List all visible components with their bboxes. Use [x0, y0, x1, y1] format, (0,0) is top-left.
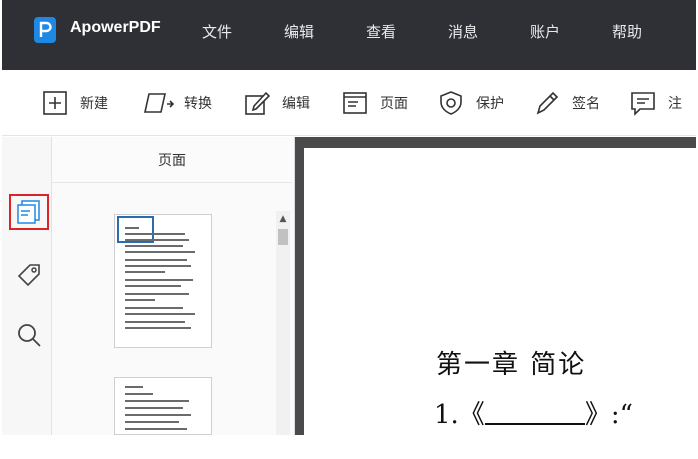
- bottom-margin: [0, 435, 698, 459]
- pages-icon: [17, 200, 40, 224]
- menu-account[interactable]: 账户: [530, 21, 560, 42]
- menu-view[interactable]: 查看: [366, 21, 396, 42]
- convert-icon: [144, 93, 174, 113]
- app-name: ApowerPDF: [70, 19, 161, 36]
- blank-underline: [484, 401, 585, 425]
- sign-label: 签名: [572, 96, 600, 112]
- search-icon: [18, 324, 41, 347]
- comment-label: 注: [668, 96, 682, 112]
- page-button[interactable]: 页面: [342, 88, 408, 118]
- chapter-heading: 第一章 简论: [436, 350, 587, 380]
- scroll-up-arrow-icon[interactable]: ▲: [276, 213, 290, 225]
- menu-file[interactable]: 文件: [202, 21, 232, 42]
- thumbnail-scrollbar[interactable]: ▲: [276, 211, 290, 435]
- title-bar: ApowerPDF 文件 编辑 查看 消息 账户 帮助: [2, 0, 696, 70]
- menu-edit[interactable]: 编辑: [284, 21, 314, 42]
- page-icon: [343, 92, 367, 114]
- line-suffix: 》:“: [584, 400, 633, 430]
- signature-pen-icon: [536, 91, 559, 115]
- menu-messages[interactable]: 消息: [448, 21, 478, 42]
- protect-button[interactable]: 保护: [438, 88, 504, 118]
- edit-label: 编辑: [282, 96, 310, 112]
- page-thumbnail[interactable]: [114, 214, 212, 348]
- pages-panel-title: 页面: [52, 137, 292, 183]
- rail-search-button[interactable]: [9, 317, 49, 353]
- line-prefix: 1.《: [434, 400, 485, 430]
- apowerpdf-logo-icon: [34, 17, 56, 43]
- convert-button[interactable]: 转换: [138, 88, 212, 118]
- new-label: 新建: [80, 96, 108, 112]
- plus-box-icon: [43, 91, 67, 115]
- rail-pages-button[interactable]: [9, 194, 49, 230]
- edit-pen-icon: [245, 91, 270, 115]
- sign-button[interactable]: 签名: [534, 88, 600, 118]
- sidebar-rail: [2, 137, 52, 435]
- tag-icon: [17, 264, 40, 287]
- edit-button[interactable]: 编辑: [244, 88, 310, 118]
- page-thumbnail[interactable]: [114, 377, 212, 435]
- pages-panel: 页面 ▲: [52, 137, 295, 435]
- protect-label: 保护: [476, 96, 504, 112]
- page-label: 页面: [380, 96, 408, 112]
- shield-icon: [440, 91, 462, 115]
- rail-tag-button[interactable]: [9, 257, 49, 293]
- toolbar: 新建 转换 编辑 页面 保护 签名 注: [2, 70, 696, 136]
- scrollbar-thumb[interactable]: [278, 229, 288, 245]
- document-page[interactable]: 第一章 简论 1.《 》:“: [304, 148, 696, 435]
- comment-button[interactable]: 注: [630, 88, 682, 118]
- menu-help[interactable]: 帮助: [612, 21, 642, 42]
- new-button[interactable]: 新建: [42, 88, 108, 118]
- comment-icon: [631, 92, 655, 116]
- convert-label: 转换: [184, 96, 212, 112]
- document-line: 1.《 》:“: [434, 394, 633, 431]
